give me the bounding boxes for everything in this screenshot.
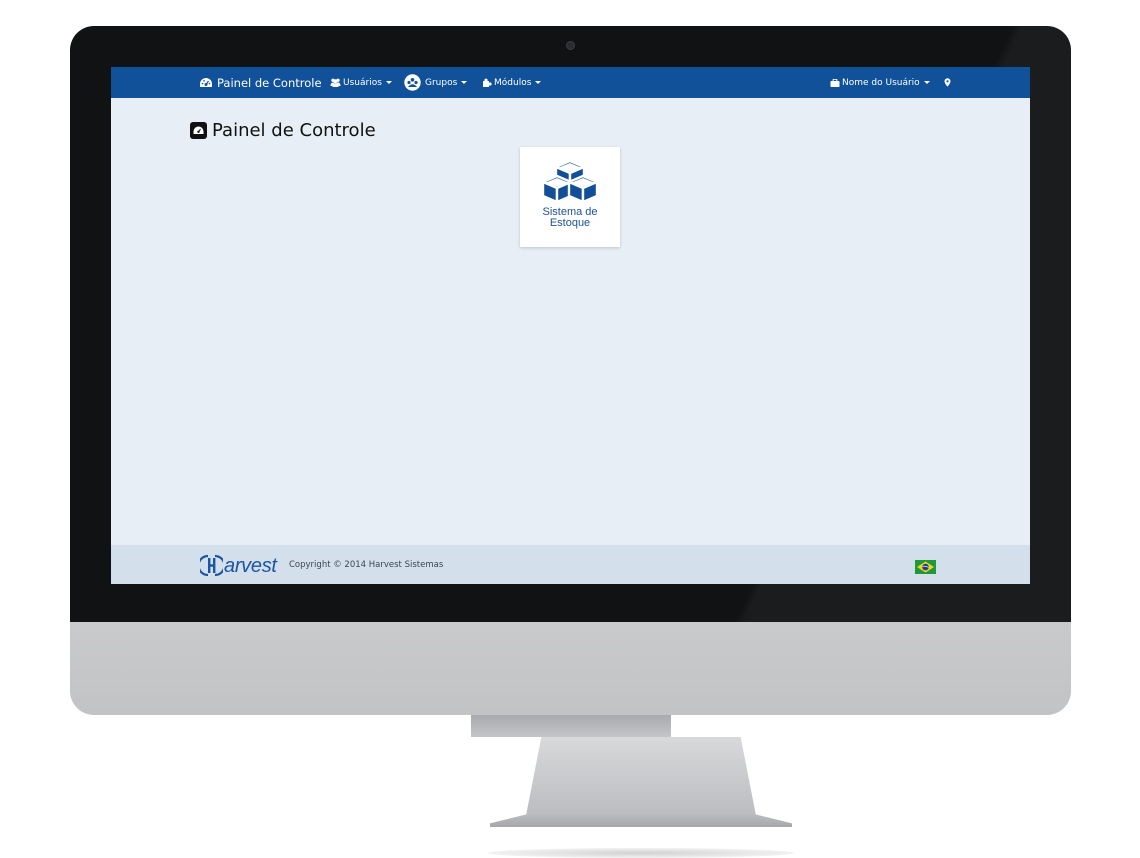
menu-usuarios-label: Usuários xyxy=(343,77,382,88)
harvest-logo-text: arvest xyxy=(224,554,277,577)
users-icon xyxy=(330,78,341,87)
dashboard-icon xyxy=(190,121,207,139)
harvest-logo: arvest xyxy=(200,554,277,577)
menu-grupos[interactable]: Grupos xyxy=(404,67,468,98)
user-menu[interactable]: Nome do Usuário xyxy=(830,67,930,98)
menu-modulos-label: Módulos xyxy=(494,77,532,88)
app-screen: Painel de Controle Usuários Grupos Módul… xyxy=(111,67,1030,584)
menu-usuarios[interactable]: Usuários xyxy=(330,67,392,98)
page-title-text: Painel de Controle xyxy=(212,119,376,141)
page-title: Painel de Controle xyxy=(190,117,376,143)
chevron-down-icon xyxy=(385,81,392,84)
copyright-text: Copyright © 2014 Harvest Sistemas xyxy=(289,559,444,570)
navbar-brand[interactable]: Painel de Controle xyxy=(199,67,322,98)
chevron-down-icon xyxy=(461,81,468,84)
dashboard-icon xyxy=(199,77,213,89)
camera-icon xyxy=(566,41,575,50)
brazil-flag-icon[interactable] xyxy=(915,560,936,574)
briefcase-icon xyxy=(830,78,840,87)
cubes-icon xyxy=(541,160,599,204)
user-menu-label: Nome do Usuário xyxy=(842,77,920,88)
chevron-down-icon xyxy=(923,81,930,84)
module-label-line2: Estoque xyxy=(549,217,591,229)
monitor-chin xyxy=(70,622,1071,715)
location-button[interactable] xyxy=(944,67,951,98)
monitor-neck xyxy=(471,715,671,737)
stand-shadow xyxy=(488,848,794,858)
group-icon xyxy=(404,74,421,91)
module-tile-estoque[interactable]: Sistema de Estoque xyxy=(520,147,620,247)
navbar-brand-label: Painel de Controle xyxy=(217,75,322,90)
footer: arvest Copyright © 2014 Harvest Sistemas xyxy=(111,545,1030,584)
chevron-down-icon xyxy=(535,81,542,84)
menu-modulos[interactable]: Módulos xyxy=(482,67,542,98)
map-marker-icon xyxy=(944,78,951,87)
puzzle-icon xyxy=(482,78,492,87)
monitor-stand xyxy=(490,737,792,827)
harvest-logo-mark xyxy=(200,554,223,577)
module-label: Sistema de Estoque xyxy=(520,207,620,229)
menu-grupos-label: Grupos xyxy=(425,77,458,88)
top-navbar: Painel de Controle Usuários Grupos Módul… xyxy=(111,67,1030,98)
